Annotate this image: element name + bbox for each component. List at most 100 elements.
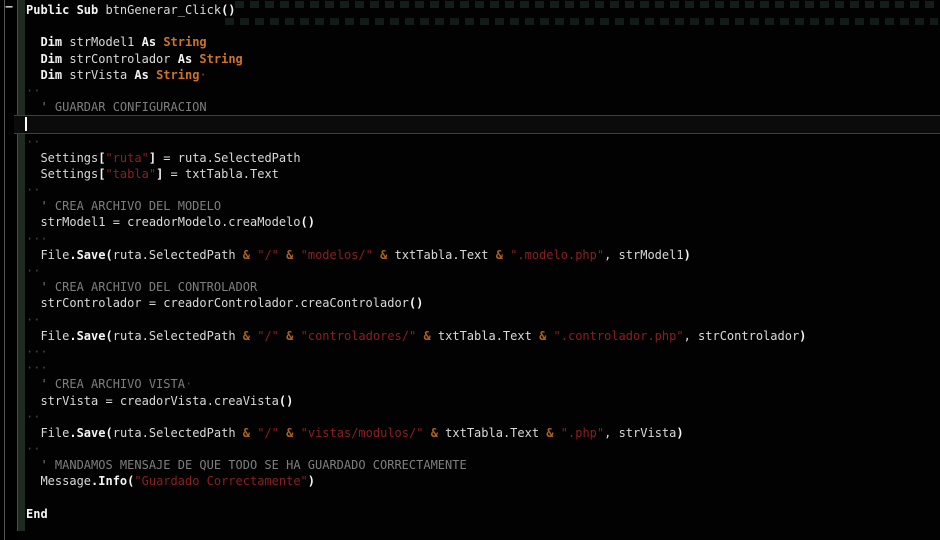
code-token: , strModel1	[604, 247, 684, 262]
code-token: "modelos/"	[300, 247, 373, 262]
code-line[interactable]: ···	[26, 344, 940, 360]
code-token: (	[105, 247, 113, 262]
code-area[interactable]: Public Sub btnGenerar_Click() Dim strMod…	[14, 2, 940, 540]
cursor-line[interactable]	[14, 115, 940, 134]
code-line[interactable]	[26, 18, 940, 34]
code-line[interactable]	[26, 490, 940, 506]
code-line[interactable]: File.Save(ruta.SelectedPath & "/" & "mod…	[26, 247, 940, 263]
code-line[interactable]: Dim strModel1 As String	[26, 34, 940, 50]
code-token: &	[495, 247, 503, 262]
code-token: , strVista	[604, 425, 677, 440]
code-token: txtTabla.Text	[387, 247, 496, 262]
code-line[interactable]: ' CREA ARCHIVO DEL CONTROLADOR	[26, 279, 940, 295]
code-token: ()	[300, 215, 315, 230]
code-line[interactable]: ··	[26, 83, 940, 99]
code-line[interactable]: ···	[26, 231, 940, 247]
code-token: "vistas/modulos/"	[300, 425, 424, 440]
code-token: &	[242, 247, 250, 262]
code-token: strVista	[62, 67, 135, 82]
code-token: &	[242, 425, 250, 440]
code-line[interactable]: ··	[26, 134, 940, 150]
code-line[interactable]: Dim strVista As String·	[26, 67, 940, 83]
code-token: ]	[148, 150, 157, 165]
code-token: ···	[26, 344, 48, 359]
code-token: .Save	[69, 425, 106, 440]
code-line[interactable]: ··	[26, 263, 940, 279]
code-line[interactable]: ' CREA ARCHIVO DEL MODELO	[26, 198, 940, 214]
code-token: Settings	[26, 166, 99, 181]
code-line[interactable]: Public Sub btnGenerar_Click()	[26, 2, 940, 18]
code-token: strControlador = creadorControlador.crea…	[26, 296, 409, 311]
code-token: .Save	[69, 247, 106, 262]
code-token: strVista = creadorVista.creaVista	[26, 393, 279, 408]
code-token: ' CREA ARCHIVO DEL MODELO	[40, 199, 222, 214]
code-token: ()	[408, 296, 424, 311]
code-line[interactable]: Settings["tabla"] = txtTabla.Text	[26, 166, 940, 182]
code-token: = txtTabla.Text	[163, 166, 279, 181]
code-line[interactable]: ··	[26, 312, 940, 328]
code-token: (	[105, 328, 113, 343]
code-token: As	[141, 35, 164, 50]
code-line[interactable]: ' GUARDAR CONFIGURACION	[26, 99, 940, 115]
code-token: ··	[26, 264, 41, 278]
code-token: File	[26, 425, 70, 440]
code-line[interactable]: Message.Info("Guardado Correctamente")	[26, 473, 940, 489]
code-line[interactable]: Dim strControlador As String	[26, 51, 940, 67]
code-line[interactable]: ' MANDAMOS MENSAJE DE QUE TODO SE HA GUA…	[26, 457, 940, 473]
code-token: txtTabla.Text	[430, 328, 540, 343]
code-line[interactable]: ··	[26, 409, 940, 425]
code-token: .Info	[91, 474, 128, 489]
code-token: ruta.SelectedPath	[112, 328, 243, 343]
code-line[interactable]: ··	[26, 441, 940, 457]
code-token: ' CREA ARCHIVO DEL CONTROLADOR	[40, 280, 258, 295]
code-line[interactable]: End	[26, 506, 940, 522]
fold-collapse-marker[interactable]: −	[2, 1, 16, 15]
code-token: strControlador	[62, 51, 178, 66]
code-token: File	[26, 328, 70, 343]
code-line[interactable]: File.Save(ruta.SelectedPath & "/" & "vis…	[26, 425, 940, 441]
code-token: ··	[26, 409, 41, 424]
code-token: ·	[184, 377, 193, 392]
code-line[interactable]: ··	[26, 182, 940, 198]
code-token: btnGenerar_Click	[98, 3, 222, 17]
code-line[interactable]	[26, 522, 940, 538]
code-token: ".controlador.php"	[553, 328, 684, 343]
text-caret	[25, 117, 27, 132]
code-token: Message	[26, 474, 92, 489]
code-token: ···	[26, 361, 48, 376]
code-token: &	[430, 425, 438, 440]
code-line[interactable]: Settings["ruta"] = ruta.SelectedPath	[26, 150, 940, 166]
fold-margin-line	[4, 0, 5, 540]
code-token: &	[546, 425, 554, 440]
code-token: Dim	[40, 67, 63, 82]
code-token: .Save	[69, 328, 106, 343]
code-token: strModel1 = creadorModelo.creaModelo	[26, 215, 301, 230]
code-line[interactable]: File.Save(ruta.SelectedPath & "/" & "con…	[26, 328, 940, 344]
code-token: )	[683, 247, 691, 262]
code-token: ()	[278, 393, 294, 408]
code-token: ruta.SelectedPath	[112, 425, 243, 440]
code-token: "tabla"	[105, 166, 157, 181]
code-line[interactable]: strControlador = creadorControlador.crea…	[26, 295, 940, 311]
code-token: String	[163, 35, 207, 50]
code-token: ··	[26, 183, 41, 198]
code-line[interactable]: strModel1 = creadorModelo.creaModelo()	[26, 214, 940, 230]
code-token: ··	[26, 442, 41, 457]
code-line[interactable]: ···	[26, 360, 940, 376]
code-token: ··	[26, 134, 41, 149]
code-line[interactable]: ' CREA ARCHIVO VISTA·	[26, 376, 940, 392]
code-line[interactable]: strVista = creadorVista.creaVista()	[26, 393, 940, 409]
code-token: "/"	[257, 328, 279, 343]
code-token: txtTabla.Text	[437, 425, 547, 440]
code-token: )	[799, 328, 807, 343]
code-token: End	[26, 506, 48, 521]
